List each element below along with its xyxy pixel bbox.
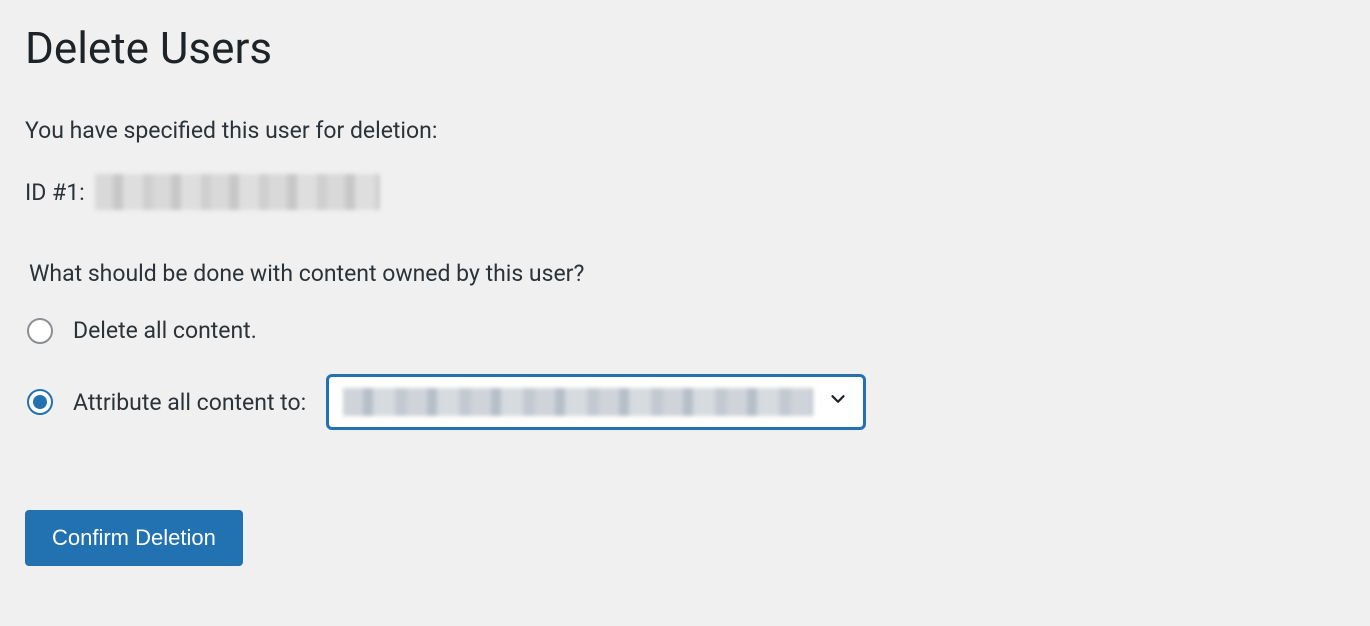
option-delete-row: Delete all content. [25,317,1345,344]
chevron-down-icon [827,388,849,416]
submit-area: Confirm Deletion [25,510,1345,566]
confirm-deletion-button[interactable]: Confirm Deletion [25,510,243,566]
user-name-redacted [95,174,380,210]
content-question: What should be done with content owned b… [25,260,1345,287]
radio-attribute-content[interactable] [27,389,53,415]
user-line: ID #1: [25,174,1345,210]
radio-attribute-label[interactable]: Attribute all content to: [73,389,306,416]
deletion-intro-text: You have specified this user for deletio… [25,117,1345,144]
option-attribute-row: Attribute all content to: [25,374,1345,430]
radio-delete-all-content[interactable] [27,318,53,344]
page-title: Delete Users [25,20,1345,77]
radio-delete-label[interactable]: Delete all content. [73,317,257,344]
selected-user-redacted [343,388,813,416]
user-id-prefix: ID #1: [25,179,85,206]
attribute-user-select[interactable] [326,374,866,430]
